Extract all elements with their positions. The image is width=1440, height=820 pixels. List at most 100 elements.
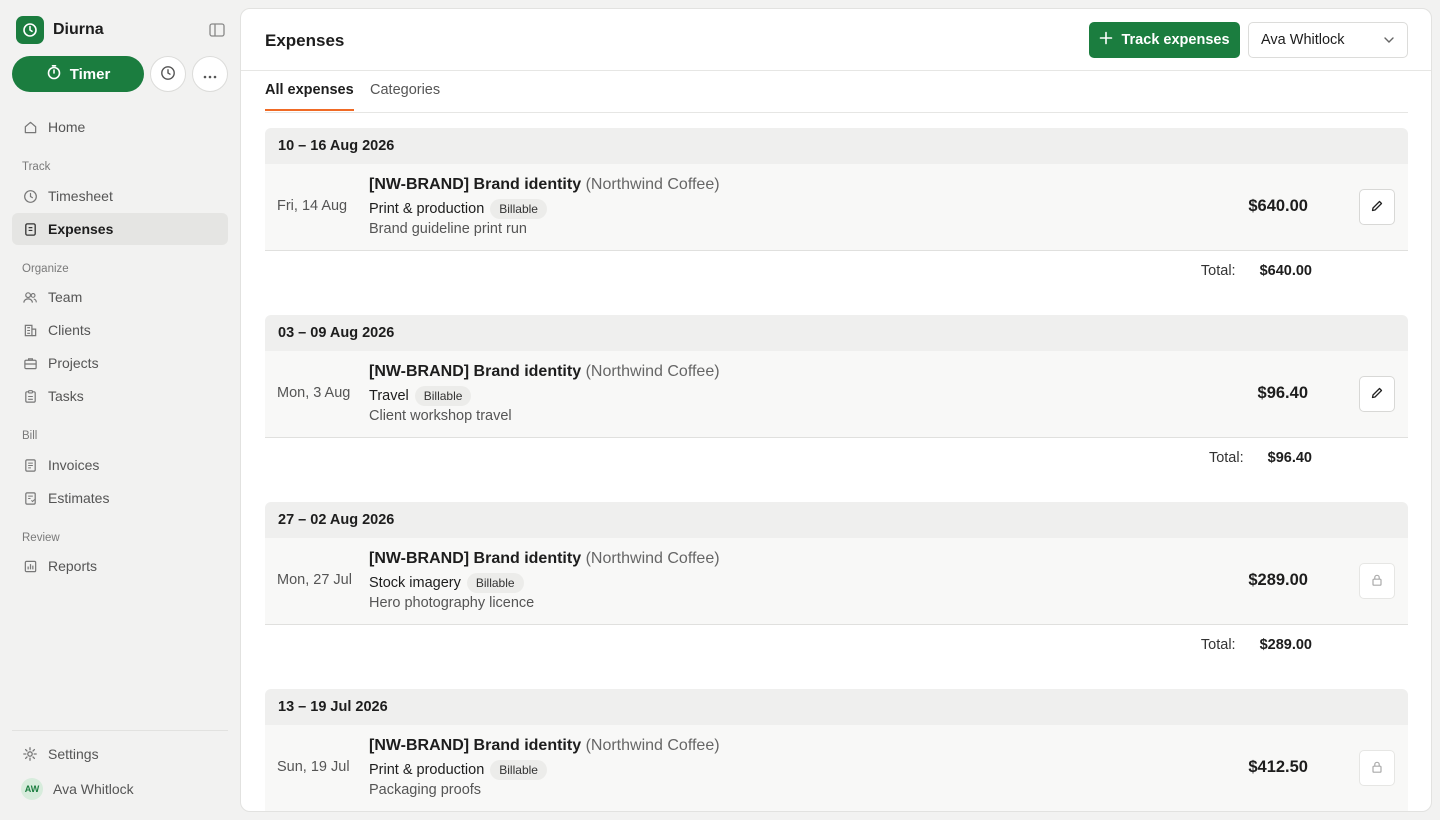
expense-amount: $96.40 — [1257, 384, 1308, 402]
week-total: Total: $640.00 — [265, 261, 1312, 281]
sidebar-item-reports[interactable]: Reports — [12, 550, 228, 582]
page-title: Expenses — [265, 31, 345, 50]
expense-row[interactable]: Mon, 27 Jul [NW-BRAND] Brand identity (N… — [265, 538, 1408, 625]
expense-project: [NW-BRAND] Brand identity (Northwind Cof… — [369, 176, 720, 194]
total-label: Total: — [1200, 263, 1236, 279]
track-expenses-button[interactable]: Track expenses — [1089, 22, 1240, 58]
total-value: $640.00 — [1259, 263, 1312, 279]
client-name: (Northwind Coffee) — [585, 363, 720, 380]
more-icon — [203, 66, 217, 82]
sidebar-item-label: Estimates — [48, 490, 110, 506]
header-divider — [241, 70, 1431, 71]
sidebar-item-tasks[interactable]: Tasks — [12, 380, 228, 412]
edit-expense-button[interactable] — [1359, 376, 1395, 412]
invoice-icon — [22, 457, 38, 473]
receipt-icon — [22, 221, 38, 237]
project-name: [NW-BRAND] Brand identity — [369, 737, 582, 754]
category-name: Print & production — [369, 762, 485, 778]
expense-amount: $640.00 — [1248, 197, 1308, 215]
sidebar-item-estimates[interactable]: Estimates — [12, 482, 228, 514]
clock-icon — [22, 188, 38, 204]
section-label-track: Track — [22, 161, 51, 173]
expense-row[interactable]: Sun, 19 Jul [NW-BRAND] Brand identity (N… — [265, 725, 1408, 811]
chevron-down-icon — [1383, 32, 1395, 48]
locked-expense-button — [1359, 563, 1395, 599]
user-select[interactable]: Ava Whitlock — [1248, 22, 1408, 58]
bar-chart-icon — [22, 558, 38, 574]
expense-notes: Packaging proofs — [369, 782, 482, 798]
total-value: $289.00 — [1259, 637, 1312, 653]
expense-amount: $289.00 — [1248, 571, 1308, 589]
billable-badge: Billable — [466, 573, 524, 593]
category-name: Travel — [369, 388, 409, 404]
expense-project: [NW-BRAND] Brand identity (Northwind Cof… — [369, 737, 720, 755]
expense-category: Stock imagery Billable — [369, 573, 524, 593]
sidebar-item-label: Timesheet — [48, 188, 113, 204]
expense-project: [NW-BRAND] Brand identity (Northwind Cof… — [369, 550, 720, 568]
expense-row[interactable]: Fri, 14 Aug [NW-BRAND] Brand identity (N… — [265, 164, 1408, 251]
home-icon — [22, 119, 38, 135]
edit-expense-button[interactable] — [1359, 189, 1395, 225]
pencil-icon — [1370, 199, 1384, 216]
timer-button[interactable]: Timer — [12, 56, 144, 92]
total-label: Total: — [1200, 637, 1236, 653]
stopwatch-icon — [46, 64, 62, 84]
category-name: Stock imagery — [369, 575, 461, 591]
sidebar-toggle-icon[interactable] — [208, 21, 226, 39]
user-select-value: Ava Whitlock — [1261, 32, 1345, 48]
track-expenses-label: Track expenses — [1121, 32, 1230, 48]
sidebar-item-timesheet[interactable]: Timesheet — [12, 180, 228, 212]
tab-categories[interactable]: Categories — [370, 82, 440, 110]
tab-all-expenses[interactable]: All expenses — [265, 82, 354, 111]
user-name: Ava Whitlock — [53, 781, 134, 797]
sidebar-item-label: Home — [48, 119, 86, 135]
sidebar: Diurna Timer Home Track Timesheet Expens… — [0, 0, 240, 820]
sidebar-item-label: Settings — [48, 746, 99, 762]
team-icon — [22, 289, 38, 305]
week-total: Total: $96.40 — [265, 448, 1312, 468]
sidebar-item-projects[interactable]: Projects — [12, 347, 228, 379]
avatar: AW — [21, 778, 43, 800]
sidebar-item-home[interactable]: Home — [12, 111, 228, 143]
sidebar-item-label: Tasks — [48, 388, 84, 404]
user-profile[interactable]: AW Ava Whitlock — [12, 773, 228, 805]
briefcase-icon — [22, 355, 38, 371]
category-name: Print & production — [369, 201, 485, 217]
expense-notes: Brand guideline print run — [369, 221, 527, 237]
sidebar-item-expenses[interactable]: Expenses — [12, 213, 228, 245]
expense-date: Sun, 19 Jul — [277, 759, 350, 775]
client-name: (Northwind Coffee) — [585, 550, 720, 567]
week-header: 13 – 19 Jul 2026 — [265, 689, 1408, 725]
client-name: (Northwind Coffee) — [585, 737, 720, 754]
expense-row[interactable]: Mon, 3 Aug [NW-BRAND] Brand identity (No… — [265, 351, 1408, 438]
billable-badge: Billable — [414, 386, 472, 406]
sidebar-divider — [12, 730, 228, 731]
section-label-review: Review — [22, 532, 60, 544]
main-panel: Expenses Track expenses Ava Whitlock All… — [240, 8, 1432, 812]
brand[interactable]: Diurna — [16, 16, 104, 44]
app-name: Diurna — [53, 21, 104, 38]
sidebar-item-clients[interactable]: Clients — [12, 314, 228, 346]
history-button[interactable] — [150, 56, 186, 92]
project-name: [NW-BRAND] Brand identity — [369, 363, 582, 380]
total-value: $96.40 — [1267, 450, 1312, 466]
project-name: [NW-BRAND] Brand identity — [369, 550, 582, 567]
plus-icon — [1099, 31, 1113, 49]
more-button[interactable] — [192, 56, 228, 92]
pencil-icon — [1370, 386, 1384, 403]
clipboard-icon — [22, 388, 38, 404]
timer-label: Timer — [69, 65, 111, 83]
sidebar-item-invoices[interactable]: Invoices — [12, 449, 228, 481]
sidebar-item-settings[interactable]: Settings — [12, 738, 228, 770]
section-label-bill: Bill — [22, 430, 38, 442]
sidebar-item-team[interactable]: Team — [12, 281, 228, 313]
expense-date: Mon, 3 Aug — [277, 385, 351, 401]
sidebar-item-label: Invoices — [48, 457, 100, 473]
expense-project: [NW-BRAND] Brand identity (Northwind Cof… — [369, 363, 720, 381]
expense-notes: Hero photography licence — [369, 595, 535, 611]
expense-category: Travel Billable — [369, 386, 472, 406]
building-icon — [22, 322, 38, 338]
week-header: 27 – 02 Aug 2026 — [265, 502, 1408, 538]
expense-notes: Client workshop travel — [369, 408, 512, 424]
lock-icon — [1370, 760, 1384, 777]
